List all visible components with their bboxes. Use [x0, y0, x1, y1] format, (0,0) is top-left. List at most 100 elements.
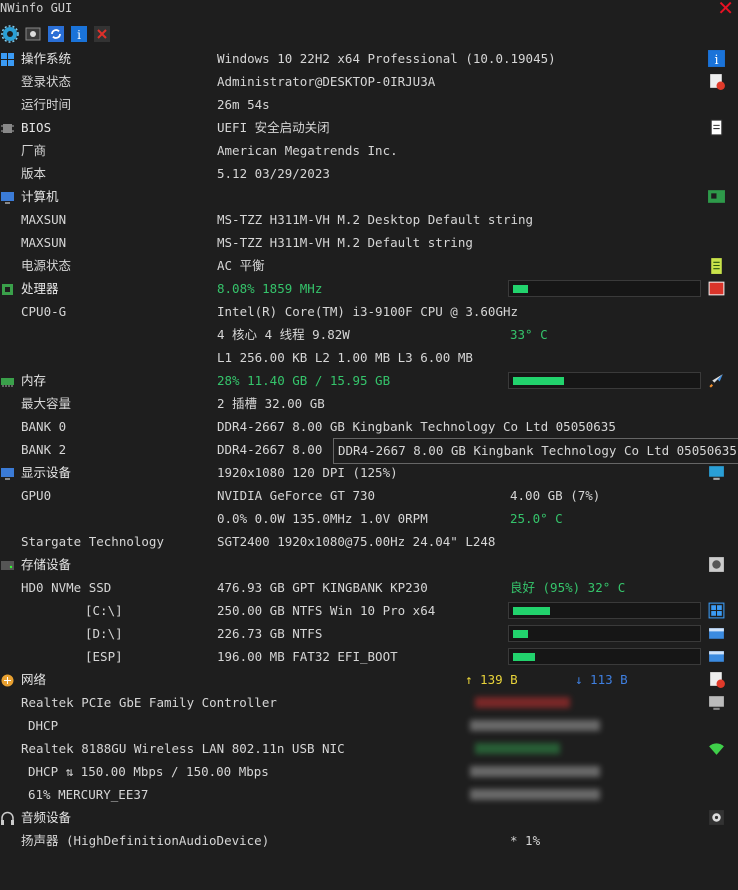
- volume-c-row[interactable]: [C:\] 250.00 GB NTFS Win 10 Pro x64: [0, 599, 738, 622]
- memory-usage: 28% 11.40 GB / 15.95 GB: [217, 373, 391, 388]
- computer-row[interactable]: 计算机: [0, 185, 738, 208]
- display-row[interactable]: 显示设备 1920x1080 120 DPI (125%): [0, 461, 738, 484]
- close-icon[interactable]: [92, 25, 112, 43]
- disk-row[interactable]: HD0 NVMe SSD 476.93 GB GPT KINGBANK KP23…: [0, 576, 738, 599]
- audio-row[interactable]: 音频设备: [0, 806, 738, 829]
- storage-icon: [0, 557, 15, 572]
- board-row[interactable]: MAXSUN MS-TZZ H311M-VH M.2 Default strin…: [0, 231, 738, 254]
- cpu-name-value: Intel(R) Core(TM) i3-9100F CPU @ 3.60GHz: [217, 304, 519, 319]
- cpu-name-label: CPU0-G: [21, 304, 67, 319]
- nic2-sub-row[interactable]: DHCP ⇅ 150.00 Mbps / 150.00 Mbps: [0, 760, 738, 783]
- refresh-icon[interactable]: [46, 25, 66, 43]
- cpu-icon: [0, 281, 15, 296]
- redacted-block: [475, 697, 570, 708]
- volume-esp-fill: [513, 653, 535, 661]
- volume-icon[interactable]: [707, 647, 726, 666]
- bios-value: UEFI 安全启动关闭: [217, 120, 330, 135]
- gpu-label: GPU0: [21, 488, 52, 503]
- cpu-cache-value: L1 256.00 KB L2 1.00 MB L3 6.00 MB: [217, 350, 473, 365]
- cpu-cache-row[interactable]: L1 256.00 KB L2 1.00 MB L3 6.00 MB: [0, 346, 738, 369]
- gpu-temp: 25.0° C: [510, 511, 563, 526]
- windows-logo-icon[interactable]: [707, 601, 726, 620]
- monitor-icon[interactable]: [707, 463, 726, 482]
- memory-label: 内存: [21, 373, 47, 388]
- bios-row[interactable]: BIOS UEFI 安全启动关闭: [0, 116, 738, 139]
- settings-icon[interactable]: [0, 25, 20, 43]
- os-row[interactable]: 操作系统 Windows 10 22H2 x64 Professional (1…: [0, 47, 738, 70]
- cpu-cores-row[interactable]: 4 核心 4 线程 9.82W 33° C: [0, 323, 738, 346]
- version-row[interactable]: 版本 5.12 03/29/2023: [0, 162, 738, 185]
- volume-d-row[interactable]: [D:\] 226.73 GB NTFS: [0, 622, 738, 645]
- uptime-row[interactable]: 运行时间 26m 54s: [0, 93, 738, 116]
- battery-icon[interactable]: [707, 256, 726, 275]
- gpu-memory: 4.00 GB (7%): [510, 488, 601, 503]
- ethernet-icon[interactable]: [707, 693, 726, 712]
- document-icon[interactable]: [707, 118, 726, 137]
- memory-max-value: 2 插槽 32.00 GB: [217, 396, 325, 411]
- redacted-block: [470, 766, 600, 777]
- network-icon: [0, 672, 15, 687]
- speaker-row[interactable]: 扬声器 (HighDefinitionAudioDevice) * 1%: [0, 829, 738, 852]
- os-info-icon[interactable]: i: [707, 49, 726, 68]
- network-status-icon[interactable]: [707, 670, 726, 689]
- screenshot-icon[interactable]: [23, 25, 43, 43]
- user-icon[interactable]: [707, 72, 726, 91]
- nic2-ssid: 61% MERCURY_EE37: [28, 787, 149, 802]
- nic1-sub-row[interactable]: DHCP: [0, 714, 738, 737]
- power-label: 电源状态: [21, 258, 72, 273]
- nic2-label: Realtek 8188GU Wireless LAN 802.11n USB …: [21, 741, 345, 756]
- gpu-row[interactable]: GPU0 NVIDIA GeForce GT 730 4.00 GB (7%): [0, 484, 738, 507]
- bank0-row[interactable]: BANK 0 DDR4-2667 8.00 GB Kingbank Techno…: [0, 415, 738, 438]
- power-row[interactable]: 电源状态 AC 平衡: [0, 254, 738, 277]
- rocket-icon[interactable]: [707, 371, 726, 390]
- memory-max-row[interactable]: 最大容量 2 插槽 32.00 GB: [0, 392, 738, 415]
- redacted-block: [470, 789, 600, 800]
- cpu-row[interactable]: 处理器 8.08% 1859 MHz: [0, 277, 738, 300]
- nic2-sub-label: DHCP ⇅ 150.00 Mbps / 150.00 Mbps: [28, 764, 269, 779]
- memory-icon: [0, 373, 15, 388]
- storage-row[interactable]: 存储设备: [0, 553, 738, 576]
- login-row[interactable]: 登录状态 Administrator@DESKTOP-0IRJU3A: [0, 70, 738, 93]
- nic1-row[interactable]: Realtek PCIe GbE Family Controller: [0, 691, 738, 714]
- disk-health: 良好 (95%) 32° C: [510, 580, 626, 595]
- wifi-icon[interactable]: [707, 739, 726, 758]
- volume-esp-row[interactable]: [ESP] 196.00 MB FAT32 EFI_BOOT: [0, 645, 738, 668]
- nic2-ssid-row[interactable]: 61% MERCURY_EE37: [0, 783, 738, 806]
- cpu-cores-value: 4 核心 4 线程 9.82W: [217, 327, 350, 342]
- disk-label: HD0 NVMe SSD: [21, 580, 112, 595]
- computer-icon: [0, 189, 15, 204]
- vendor-label: 厂商: [21, 143, 47, 158]
- cpu-usage-bar: [508, 280, 701, 297]
- board-value: MS-TZZ H311M-VH M.2 Default string: [217, 235, 473, 250]
- bank2-value: DDR4-2667 8.00: [217, 442, 323, 457]
- cpu-temp: 33° C: [510, 327, 548, 342]
- system-value: MS-TZZ H311M-VH M.2 Desktop Default stri…: [217, 212, 534, 227]
- disk-icon[interactable]: [707, 555, 726, 574]
- vendor-row[interactable]: 厂商 American Megatrends Inc.: [0, 139, 738, 162]
- volume-d-bar: [508, 625, 701, 642]
- uptime-value: 26m 54s: [217, 97, 270, 112]
- login-value: Administrator@DESKTOP-0IRJU3A: [217, 74, 436, 89]
- volume-d-fill: [513, 630, 528, 638]
- network-label: 网络: [21, 672, 47, 687]
- cpu-name-row[interactable]: CPU0-G Intel(R) Core(TM) i3-9100F CPU @ …: [0, 300, 738, 323]
- window-close-icon[interactable]: ✕: [717, 0, 734, 18]
- computer-label: 计算机: [21, 189, 59, 204]
- system-row[interactable]: MAXSUN MS-TZZ H311M-VH M.2 Desktop Defau…: [0, 208, 738, 231]
- display-label: 显示设备: [21, 465, 72, 480]
- gpu-stats-row[interactable]: 0.0% 0.0W 135.0MHz 1.0V 0RPM 25.0° C: [0, 507, 738, 530]
- speaker-icon[interactable]: [707, 808, 726, 827]
- memory-row[interactable]: 内存 28% 11.40 GB / 15.95 GB: [0, 369, 738, 392]
- toolbar: i: [0, 25, 112, 45]
- volume-c-bar: [508, 602, 701, 619]
- info-icon[interactable]: i: [69, 25, 89, 43]
- cpu-status-icon[interactable]: [707, 279, 726, 298]
- network-row[interactable]: 网络 ↑ 139 B ↓ 113 B: [0, 668, 738, 691]
- monitor-row[interactable]: Stargate Technology SGT2400 1920x1080@75…: [0, 530, 738, 553]
- nic2-row[interactable]: Realtek 8188GU Wireless LAN 802.11n USB …: [0, 737, 738, 760]
- volume-icon[interactable]: [707, 624, 726, 643]
- login-label: 登录状态: [21, 74, 72, 89]
- version-label: 版本: [21, 166, 47, 181]
- motherboard-icon[interactable]: [707, 187, 726, 206]
- volume-esp-label: [ESP]: [85, 649, 123, 664]
